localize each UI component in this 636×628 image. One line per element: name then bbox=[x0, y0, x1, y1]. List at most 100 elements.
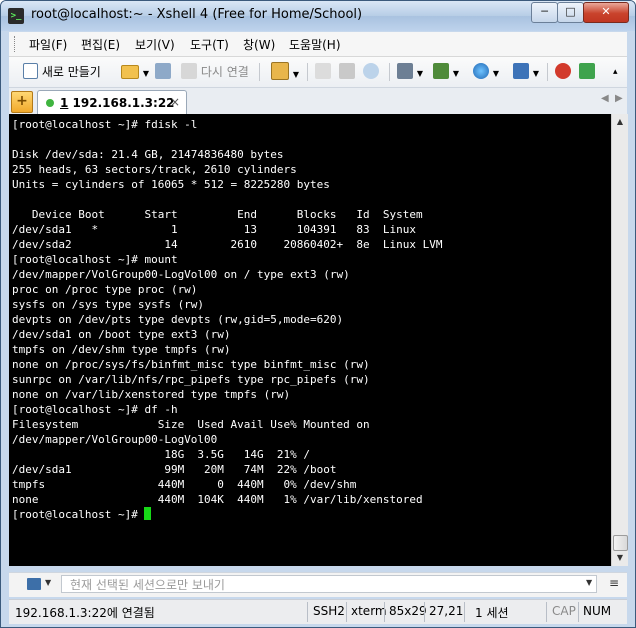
scroll-down-icon[interactable]: ▼ bbox=[612, 550, 628, 566]
terminal-line: tmpfs 440M 0 440M 0% /dev/shm bbox=[12, 478, 357, 491]
open-folder-button[interactable]: ▼ bbox=[121, 62, 149, 82]
minimize-button[interactable]: ─ bbox=[531, 2, 558, 23]
toolbar: 새로 만들기 ▼ 다시 연결 ▼ ▼ ▼ ▼ ▼ ▴ bbox=[9, 57, 627, 88]
chevron-down-icon: ▼ bbox=[452, 69, 459, 78]
connect-link-button[interactable] bbox=[155, 62, 171, 82]
toolbar-separator bbox=[389, 63, 390, 81]
paste-button[interactable] bbox=[339, 62, 355, 82]
toolbar-separator bbox=[307, 63, 308, 81]
new-session-label: 새로 만들기 bbox=[41, 65, 101, 79]
reconnect-icon bbox=[181, 63, 197, 79]
menu-file[interactable]: 파일(F) bbox=[29, 36, 67, 53]
transfer-button[interactable]: ▼ bbox=[433, 62, 459, 82]
xshell-terminal-icon: >_ bbox=[8, 8, 24, 24]
terminal-line: Units = cylinders of 16065 * 512 = 82252… bbox=[12, 178, 330, 191]
terminal-line: none on /proc/sys/fs/binfmt_misc type bi… bbox=[12, 358, 370, 371]
status-separator bbox=[346, 602, 347, 622]
terminal-line: [root@localhost ~]# df -h bbox=[12, 403, 178, 416]
terminal-scrollbar[interactable]: ▲ ▼ bbox=[611, 114, 628, 566]
print-icon bbox=[397, 63, 413, 79]
terminal-line: Filesystem Size Used Avail Use% Mounted … bbox=[12, 418, 370, 431]
menu-view[interactable]: 보기(V) bbox=[135, 36, 175, 53]
chevron-down-icon: ▼ bbox=[416, 69, 423, 78]
maximize-button[interactable]: □ bbox=[557, 2, 584, 23]
status-separator bbox=[424, 602, 425, 622]
status-separator bbox=[464, 602, 465, 622]
compose-menu-icon[interactable]: ≡ bbox=[609, 576, 619, 590]
title-bar[interactable]: >_ root@localhost:~ - Xshell 4 (Free for… bbox=[1, 1, 635, 31]
chevron-down-icon: ▼ bbox=[532, 69, 539, 78]
reconnect-label: 다시 연결 bbox=[200, 65, 249, 79]
scrollbar-thumb[interactable] bbox=[613, 535, 628, 551]
terminal-type-status: xterm bbox=[351, 604, 387, 618]
num-lock-indicator: NUM bbox=[583, 604, 612, 618]
xmanager-button[interactable] bbox=[579, 62, 595, 82]
globe-button[interactable]: ▼ bbox=[473, 62, 499, 82]
terminal-line: [root@localhost ~]# fdisk -l bbox=[12, 118, 198, 131]
close-button[interactable]: ✕ bbox=[583, 2, 629, 23]
status-separator bbox=[546, 602, 547, 622]
scroll-up-icon[interactable]: ▲ bbox=[612, 114, 628, 130]
terminal-line: tmpfs on /dev/shm type tmpfs (rw) bbox=[12, 343, 231, 356]
search-icon bbox=[363, 63, 379, 79]
terminal-size-status: 85x29 bbox=[389, 604, 427, 618]
protocol-status: SSH2 bbox=[313, 604, 345, 618]
chevron-down-icon[interactable]: ▼ bbox=[45, 578, 51, 587]
terminal-line: none on /var/lib/xenstored type tmpfs (r… bbox=[12, 388, 291, 401]
terminal-prompt: [root@localhost ~]# bbox=[12, 508, 145, 521]
compose-target-icon[interactable] bbox=[27, 578, 41, 590]
terminal-line: 255 heads, 63 sectors/track, 2610 cylind… bbox=[12, 163, 297, 176]
font-button[interactable]: ▼ bbox=[513, 62, 539, 82]
font-icon bbox=[513, 63, 529, 79]
xftp-icon bbox=[555, 63, 571, 79]
new-session-button[interactable]: 새로 만들기 bbox=[23, 62, 101, 82]
menu-window[interactable]: 창(W) bbox=[243, 36, 275, 53]
properties-button[interactable]: ▼ bbox=[271, 62, 299, 82]
copy-button[interactable] bbox=[315, 62, 331, 82]
chevron-down-icon: ▼ bbox=[492, 69, 499, 78]
status-separator bbox=[578, 602, 579, 622]
status-separator bbox=[307, 602, 308, 622]
caps-lock-indicator: CAP bbox=[552, 604, 576, 618]
close-tab-icon[interactable]: × bbox=[170, 95, 180, 109]
terminal-line: /dev/sda2 14 2610 20860402+ 8e Linux LVM bbox=[12, 238, 443, 251]
terminal-output[interactable]: [root@localhost ~]# fdisk -l Disk /dev/sd… bbox=[9, 114, 611, 566]
compose-input[interactable]: 현재 선택된 세션으로만 보내기 bbox=[61, 575, 597, 593]
session-count-status: 1 세션 bbox=[475, 606, 509, 620]
menubar-grip[interactable] bbox=[14, 36, 18, 52]
tab-label: 1 192.168.1.3:22 bbox=[60, 96, 175, 110]
paste-icon bbox=[339, 63, 355, 79]
new-session-icon bbox=[23, 63, 38, 79]
terminal-line: /dev/mapper/VolGroup00-LogVol00 bbox=[12, 433, 218, 446]
print-button[interactable]: ▼ bbox=[397, 62, 423, 82]
compose-bar: ▼ 현재 선택된 세션으로만 보내기 ▼ ≡ bbox=[9, 572, 627, 597]
window-title: root@localhost:~ - Xshell 4 (Free for Ho… bbox=[31, 7, 363, 22]
terminal-line: Disk /dev/sda: 21.4 GB, 21474836480 byte… bbox=[12, 148, 284, 161]
chevron-down-icon: ▼ bbox=[292, 70, 299, 79]
terminal-cursor bbox=[144, 507, 152, 520]
menu-help[interactable]: 도움말(H) bbox=[289, 36, 341, 53]
chevron-down-icon[interactable]: ▼ bbox=[586, 578, 592, 587]
terminal-line: [root@localhost ~]# mount bbox=[12, 253, 178, 266]
terminal-prompt-line: [root@localhost ~]# bbox=[12, 507, 611, 522]
folder-icon bbox=[121, 65, 139, 79]
find-button[interactable] bbox=[363, 62, 379, 82]
toolbar-overflow-button[interactable]: ▴ bbox=[613, 62, 618, 82]
terminal-line: Device Boot Start End Blocks Id System bbox=[12, 208, 423, 221]
menu-tools[interactable]: 도구(T) bbox=[190, 36, 229, 53]
connection-status: 192.168.1.3:22에 연결됨 bbox=[15, 606, 155, 620]
terminal-line: proc on /proc type proc (rw) bbox=[12, 283, 198, 296]
transfer-icon bbox=[433, 63, 449, 79]
tab-scroll-left-icon[interactable]: ◀ bbox=[601, 93, 609, 104]
terminal-line: /dev/sda1 on /boot type ext3 (rw) bbox=[12, 328, 231, 341]
menu-edit[interactable]: 편집(E) bbox=[81, 36, 120, 53]
xftp-button[interactable] bbox=[555, 62, 571, 82]
reconnect-button[interactable]: 다시 연결 bbox=[181, 62, 249, 82]
add-tab-button[interactable]: + bbox=[11, 91, 33, 113]
tab-session-1[interactable]: 1 192.168.1.3:22 × bbox=[37, 90, 187, 115]
terminal-line: devpts on /dev/pts type devpts (rw,gid=5… bbox=[12, 313, 344, 326]
terminal-line: 18G 3.5G 14G 21% / bbox=[12, 448, 311, 461]
tab-scroll-right-icon[interactable]: ▶ bbox=[615, 93, 623, 104]
globe-icon bbox=[473, 63, 489, 79]
